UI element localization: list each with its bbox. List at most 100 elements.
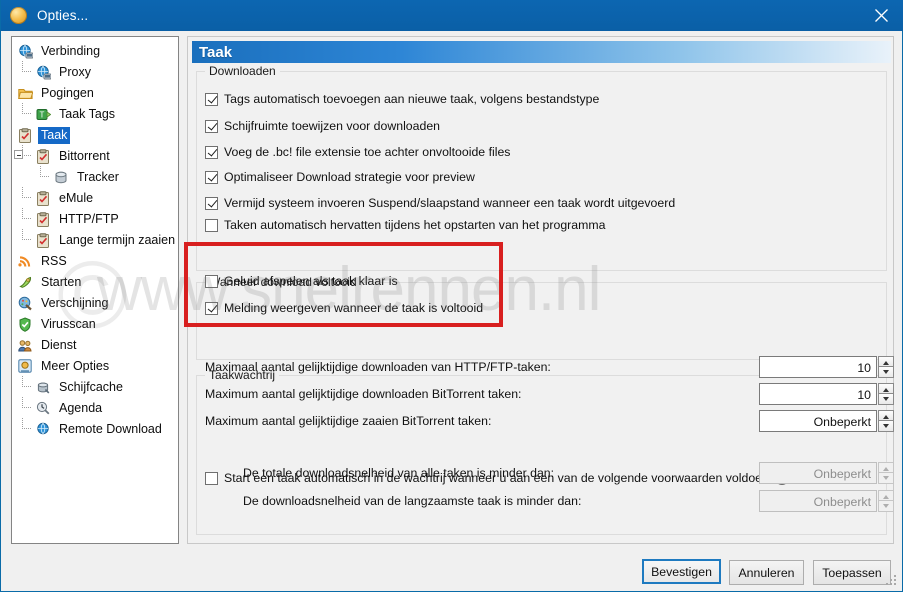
queue-limit-1-input[interactable]: 10 [759, 356, 877, 378]
sidebar-item-pogingen[interactable]: Pogingen [12, 83, 178, 104]
download-option-6-checkbox[interactable] [205, 218, 218, 232]
download-option-5-row[interactable]: Vermijd systeem invoeren Suspend/slaapst… [205, 196, 675, 210]
tree-connector [22, 418, 31, 429]
when-complete-option-2-row[interactable]: Melding weergeven wanneer de taak is vol… [205, 301, 483, 315]
sidebar-item-label: Schijfcache [59, 380, 123, 394]
tree-connector [22, 376, 31, 387]
clipboard-icon [18, 127, 34, 144]
settings-tree[interactable]: Verbinding Proxy Pogingen T Taak Tags Taak Bit… [11, 36, 179, 544]
download-option-3-checkbox[interactable] [205, 145, 218, 159]
confirm-button[interactable]: Bevestigen [642, 559, 721, 584]
sidebar-item-remote-download[interactable]: Remote Download [12, 418, 178, 440]
sidebar-item-meer-opties[interactable]: Meer Opties [12, 356, 178, 377]
sidebar-item-label: HTTP/FTP [59, 212, 119, 226]
tree-connector [22, 229, 31, 240]
download-option-4-checkbox[interactable] [205, 170, 218, 184]
queue-limit-3-decrement-button[interactable] [878, 421, 894, 432]
sidebar-item-agenda[interactable]: Agenda [12, 397, 178, 419]
queue-limit-2-increment-button[interactable] [878, 383, 894, 394]
tree-connector [22, 397, 31, 408]
tree-connector [22, 187, 31, 198]
download-option-1-checkbox[interactable] [205, 92, 218, 106]
download-option-1-row[interactable]: Tags automatisch toevoegen aan nieuwe ta… [205, 92, 599, 106]
download-option-2-checkbox[interactable] [205, 119, 218, 133]
more-options-icon [18, 358, 34, 375]
svg-text:T: T [40, 110, 45, 119]
sidebar-item-verschijning[interactable]: Verschijning [12, 293, 178, 314]
sidebar-item-proxy[interactable]: Proxy [12, 61, 178, 83]
sidebar-item-label: Pogingen [41, 86, 94, 100]
sidebar-item-virusscan[interactable]: Virusscan [12, 314, 178, 335]
download-option-2-label: Schijfruimte toewijzen voor downloaden [224, 119, 440, 133]
queue-limit-label-3: Maximum aantal gelijktijdige zaaien BitT… [205, 414, 492, 428]
globe-icon [36, 422, 52, 438]
apply-button[interactable]: Toepassen [813, 560, 891, 585]
queue-limit-label-2: Maximum aantal gelijktijdige downloaden … [205, 387, 522, 401]
options-dialog: Opties... Verbinding Proxy Pogingen T Taak T… [0, 0, 903, 592]
sidebar-item-http-ftp[interactable]: HTTP/FTP [12, 208, 178, 230]
sidebar-item-label: Agenda [59, 401, 103, 415]
queue-limit-1-decrement-button[interactable] [878, 367, 894, 378]
sidebar-item-taak-tags[interactable]: T Taak Tags [12, 103, 178, 125]
sidebar-item-lange-termijn-zaaien[interactable]: Lange termijn zaaien [12, 229, 178, 251]
calendar-icon [36, 401, 52, 417]
sidebar-item-starten[interactable]: Starten [12, 272, 178, 293]
server-icon [54, 170, 70, 186]
queue-limit-3-input[interactable]: Onbeperkt [759, 410, 877, 432]
queue-limit-label-1: Maximaal aantal gelijktijdige downloaden… [205, 360, 551, 374]
queue-limit-2-spinner[interactable]: 10 [759, 383, 894, 405]
queue-condition-1-spinner[interactable]: Onbeperkt [759, 462, 894, 484]
download-option-4-row[interactable]: Optimaliseer Download strategie voor pre… [205, 170, 475, 184]
sidebar-item-dienst[interactable]: Dienst [12, 335, 178, 356]
auto-start-queue-checkbox[interactable] [205, 471, 218, 485]
queue-limit-3-increment-button[interactable] [878, 410, 894, 421]
window-title: Opties... [37, 8, 89, 23]
clipboard-icon [36, 190, 52, 207]
queue-condition-2-spinner[interactable]: Onbeperkt [759, 490, 894, 512]
clipboard-icon [36, 148, 52, 165]
when-complete-group: Wanneer download voltooid [196, 275, 887, 360]
when-complete-option-2-checkbox[interactable] [205, 301, 218, 315]
people-icon [18, 338, 34, 354]
download-option-6-row[interactable]: Taken automatisch hervatten tijdens het … [205, 218, 605, 232]
sidebar-item-label: Virusscan [41, 317, 96, 331]
sidebar-item-label: Meer Opties [41, 359, 110, 373]
sidebar-item-verbinding[interactable]: Verbinding [12, 41, 178, 62]
queue-limit-1-increment-button[interactable] [878, 356, 894, 367]
sidebar-item-label: Taak [38, 127, 71, 144]
cancel-button[interactable]: Annuleren [729, 560, 804, 585]
sidebar-item-taak[interactable]: Taak [12, 125, 178, 146]
sidebar-item-emule[interactable]: eMule [12, 187, 178, 209]
disk-icon [36, 380, 52, 396]
when-complete-option-1-label: Geluid afspelen als taak klaar is [224, 274, 398, 288]
sidebar-item-bittorrent[interactable]: Bittorrent [12, 145, 178, 167]
download-option-5-checkbox[interactable] [205, 196, 218, 210]
clipboard-icon [36, 211, 52, 228]
rocket-icon [18, 275, 34, 291]
close-icon[interactable] [858, 0, 903, 31]
sidebar-item-label: Bittorrent [59, 149, 110, 163]
sidebar-item-rss[interactable]: RSS [12, 251, 178, 272]
download-option-3-label: Voeg de .bc! file extensie toe achter on… [224, 145, 511, 159]
resize-grip[interactable] [886, 575, 898, 587]
sidebar-item-tracker[interactable]: Tracker [12, 166, 178, 188]
queue-condition-2-decrement-button [878, 501, 894, 512]
sidebar-item-label: Starten [41, 275, 82, 289]
queue-limit-2-decrement-button[interactable] [878, 394, 894, 405]
sidebar-item-schijfcache[interactable]: Schijfcache [12, 376, 178, 398]
tree-expander-bittorrent[interactable] [14, 150, 23, 159]
when-complete-option-1-checkbox[interactable] [205, 274, 218, 288]
download-option-2-row[interactable]: Schijfruimte toewijzen voor downloaden [205, 119, 440, 133]
queue-limit-2-input[interactable]: 10 [759, 383, 877, 405]
download-option-4-label: Optimaliseer Download strategie voor pre… [224, 170, 475, 184]
rss-icon [18, 254, 34, 270]
queue-limit-3-spinner[interactable]: Onbeperkt [759, 410, 894, 432]
tree-connector [22, 208, 31, 219]
proxy-globe-icon [36, 65, 52, 81]
sidebar-item-label: RSS [41, 254, 67, 268]
settings-panel: Taak Downloaden Tags automatisch toevoeg… [187, 36, 894, 544]
download-option-3-row[interactable]: Voeg de .bc! file extensie toe achter on… [205, 145, 510, 159]
when-complete-option-1-row[interactable]: Geluid afspelen als taak klaar is [205, 274, 398, 288]
queue-limit-1-spinner[interactable]: 10 [759, 356, 894, 378]
sidebar-item-label: Dienst [41, 338, 77, 352]
